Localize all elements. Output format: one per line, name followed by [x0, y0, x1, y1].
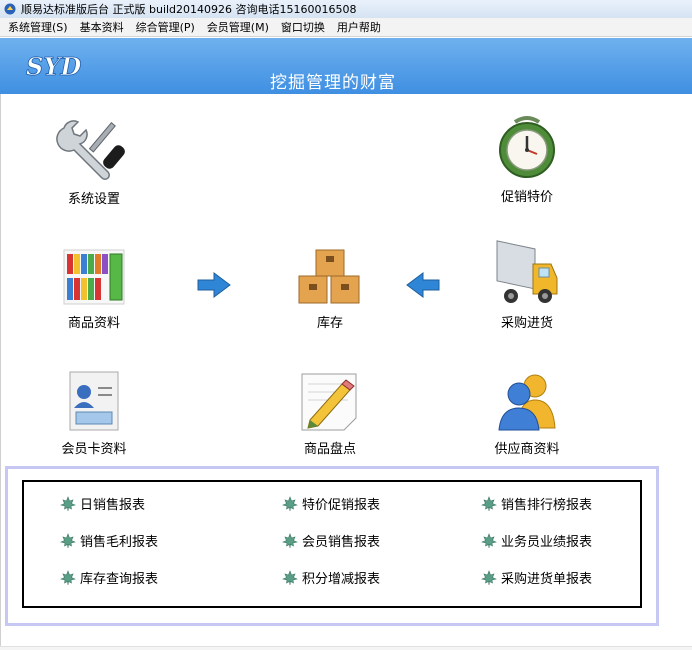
reports-panel: 日销售报表 特价促销报表 销售排行榜报表 销售毛利报表 会员销售报表 业务员业绩… [5, 466, 659, 626]
tile-label: 库存 [316, 316, 343, 331]
report-purchase-orders[interactable]: 采购进货单报表 [481, 568, 592, 587]
maple-leaf-icon [60, 532, 76, 548]
maple-leaf-icon [60, 495, 76, 511]
tile-promotion[interactable]: 促销特价 [467, 114, 587, 205]
tile-product-info[interactable]: 商品资料 [34, 246, 154, 331]
app-icon [4, 3, 16, 15]
svg-text:SYD: SYD [26, 52, 81, 81]
tile-inventory[interactable]: 库存 [270, 246, 390, 331]
arrow-right-icon [197, 272, 231, 298]
tile-stocktake[interactable]: 商品盘点 [270, 370, 390, 457]
tile-label: 系统设置 [67, 192, 120, 207]
report-gross-margin[interactable]: 销售毛利报表 [60, 531, 158, 550]
report-daily-sales[interactable]: 日销售报表 [60, 494, 145, 513]
maple-leaf-icon [282, 495, 298, 511]
report-promotion[interactable]: 特价促销报表 [282, 494, 380, 513]
report-label: 库存查询报表 [80, 572, 159, 587]
alarm-clock-icon [499, 116, 555, 178]
report-points[interactable]: 积分增减报表 [282, 568, 380, 587]
report-label: 业务员业绩报表 [501, 535, 593, 550]
report-sales-ranking[interactable]: 销售排行榜报表 [481, 494, 592, 513]
status-strip [0, 646, 692, 650]
delivery-truck-icon [496, 240, 558, 303]
menu-window[interactable]: 窗口切换 [275, 19, 331, 35]
tile-label: 促销特价 [500, 190, 553, 205]
tile-label: 商品资料 [67, 316, 120, 331]
tile-system-settings[interactable]: 系统设置 [34, 114, 154, 207]
header-banner: SYD 挖掘管理的财富 [0, 38, 692, 94]
arrow-left-icon [406, 272, 440, 298]
report-salesperson[interactable]: 业务员业绩报表 [481, 531, 592, 550]
window-titlebar: 顺易达标准版后台 正式版 build20140926 咨询电话151600165… [0, 0, 692, 18]
maple-leaf-icon [481, 495, 497, 511]
notepad-pencil-icon [301, 373, 357, 431]
report-inventory-query[interactable]: 库存查询报表 [60, 568, 158, 587]
maple-leaf-icon [60, 569, 76, 585]
reports-list: 日销售报表 特价促销报表 销售排行榜报表 销售毛利报表 会员销售报表 业务员业绩… [22, 480, 642, 608]
menu-general[interactable]: 综合管理(P) [130, 19, 201, 35]
maple-leaf-icon [282, 569, 298, 585]
tools-icon [56, 120, 125, 180]
menu-system[interactable]: 系统管理(S) [2, 19, 74, 35]
menu-basic-data[interactable]: 基本资料 [74, 19, 130, 35]
people-icon [498, 374, 556, 431]
maple-leaf-icon [481, 532, 497, 548]
report-label: 采购进货单报表 [501, 572, 593, 587]
tile-label: 供应商资料 [494, 442, 560, 457]
window-title: 顺易达标准版后台 正式版 build20140926 咨询电话151600165… [21, 3, 357, 16]
tile-member-card[interactable]: 会员卡资料 [34, 370, 154, 457]
report-label: 日销售报表 [80, 498, 146, 513]
member-card-icon [69, 371, 119, 431]
tile-label: 会员卡资料 [61, 442, 127, 457]
maple-leaf-icon [481, 569, 497, 585]
report-label: 特价促销报表 [302, 498, 381, 513]
binders-icon [63, 249, 125, 305]
header-slogan: 挖掘管理的财富 [270, 73, 396, 93]
tile-label: 采购进货 [500, 316, 553, 331]
tile-purchase[interactable]: 采购进货 [467, 234, 587, 331]
report-label: 销售排行榜报表 [501, 498, 593, 513]
menu-help[interactable]: 用户帮助 [331, 19, 387, 35]
syd-logo: SYD [26, 52, 82, 81]
main-content: 系统设置 促销特价 商品资料 库存 采购进货 会员卡资料 商品盘点 供应商资料 … [0, 94, 692, 650]
report-label: 积分增减报表 [302, 572, 381, 587]
report-member-sales[interactable]: 会员销售报表 [282, 531, 380, 550]
report-label: 销售毛利报表 [80, 535, 159, 550]
tile-label: 商品盘点 [303, 442, 356, 457]
menu-member[interactable]: 会员管理(M) [201, 19, 275, 35]
maple-leaf-icon [282, 532, 298, 548]
boxes-icon [298, 249, 360, 304]
tile-supplier[interactable]: 供应商资料 [467, 370, 587, 457]
menu-bar: 系统管理(S) 基本资料 综合管理(P) 会员管理(M) 窗口切换 用户帮助 [0, 18, 692, 37]
report-label: 会员销售报表 [302, 535, 381, 550]
